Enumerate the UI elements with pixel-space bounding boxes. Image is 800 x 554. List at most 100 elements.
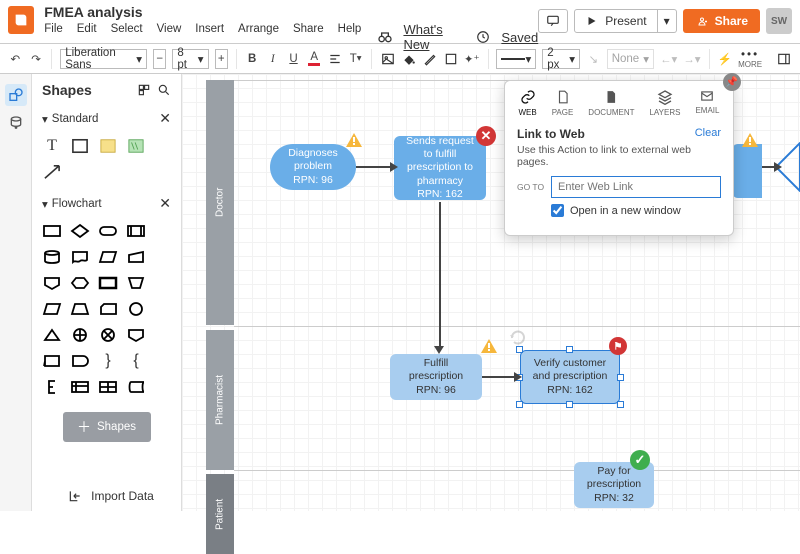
arrow-shape[interactable] xyxy=(42,163,62,181)
binoculars-icon[interactable] xyxy=(377,28,393,46)
search-shapes-icon[interactable] xyxy=(157,83,171,97)
menu-insert[interactable]: Insert xyxy=(195,23,224,35)
present-button[interactable]: Present xyxy=(574,9,657,33)
redo-button[interactable]: ↷ xyxy=(29,50,44,68)
font-size-increase[interactable]: + xyxy=(215,49,228,69)
user-avatar[interactable]: SW xyxy=(766,8,792,34)
fill-button[interactable] xyxy=(402,50,417,68)
fc-terminator2[interactable] xyxy=(126,326,146,344)
menu-edit[interactable]: Edit xyxy=(77,23,97,35)
grid-view-icon[interactable] xyxy=(137,83,151,97)
fc-bracket-r[interactable]: } xyxy=(98,352,118,370)
fc-sum[interactable] xyxy=(70,326,90,344)
font-select[interactable]: Liberation Sans▾ xyxy=(60,49,147,69)
fc-manual-op[interactable] xyxy=(126,274,146,292)
menu-select[interactable]: Select xyxy=(111,23,143,35)
arrow-start-button[interactable]: ←▾ xyxy=(660,50,677,68)
rect-shape[interactable] xyxy=(70,137,90,155)
pin-icon[interactable]: 📌 xyxy=(723,73,741,91)
fc-hexagon[interactable] xyxy=(70,274,90,292)
font-size-select[interactable]: 8 pt▾ xyxy=(172,49,208,69)
lane-doctor[interactable]: Doctor xyxy=(206,80,234,325)
stroke-color-button[interactable] xyxy=(423,50,438,68)
lightning-icon[interactable]: ⚡ xyxy=(717,50,732,68)
fc-offpage[interactable] xyxy=(42,274,62,292)
align-button[interactable] xyxy=(328,50,343,68)
fc-delay[interactable] xyxy=(70,352,90,370)
tab-document[interactable]: DOCUMENT xyxy=(588,89,634,117)
fc-decision[interactable] xyxy=(70,222,90,240)
fc-note[interactable] xyxy=(42,378,62,396)
fc-table[interactable] xyxy=(98,378,118,396)
document-title[interactable]: FMEA analysis xyxy=(44,4,361,20)
undo-button[interactable]: ↶ xyxy=(8,50,23,68)
node-diagnoses[interactable]: Diagnoses problem RPN: 96 xyxy=(270,144,356,190)
fc-manual-input[interactable] xyxy=(126,248,146,266)
section-flowchart[interactable]: ▾Flowchart✕ xyxy=(32,189,181,218)
tab-page[interactable]: PAGE xyxy=(552,89,574,117)
rotate-handle-icon[interactable] xyxy=(508,328,528,348)
whats-new-link[interactable]: What's New xyxy=(403,22,465,52)
app-logo[interactable] xyxy=(8,6,34,34)
fc-or[interactable] xyxy=(98,326,118,344)
menu-arrange[interactable]: Arrange xyxy=(238,23,279,35)
block-shape[interactable] xyxy=(126,137,146,155)
fc-process[interactable] xyxy=(42,222,62,240)
panels-button[interactable] xyxy=(776,50,792,68)
shapes-tool[interactable] xyxy=(5,84,27,106)
ok-badge[interactable]: ✓ xyxy=(630,450,650,470)
fc-document[interactable] xyxy=(70,248,90,266)
error-badge[interactable]: ✕ xyxy=(476,126,496,146)
import-data-button[interactable]: Import Data xyxy=(32,489,181,503)
arrow-end-button[interactable]: →▾ xyxy=(683,50,700,68)
new-window-checkbox[interactable] xyxy=(551,204,564,217)
fc-triangle[interactable] xyxy=(42,326,62,344)
fc-card[interactable] xyxy=(98,300,118,318)
fc-display[interactable] xyxy=(42,352,62,370)
fc-data[interactable] xyxy=(98,248,118,266)
fc-parallelogram[interactable] xyxy=(42,300,62,318)
menu-file[interactable]: File xyxy=(44,23,63,35)
fc-terminator[interactable] xyxy=(98,222,118,240)
fc-circle[interactable] xyxy=(126,300,146,318)
data-tool[interactable] xyxy=(5,112,27,134)
underline-button[interactable]: U xyxy=(286,50,301,68)
node-hidden[interactable] xyxy=(732,144,762,198)
clear-link[interactable]: Clear xyxy=(695,127,721,139)
italic-button[interactable]: I xyxy=(265,50,280,68)
fc-predefined[interactable] xyxy=(126,222,146,240)
web-link-input[interactable] xyxy=(551,176,721,198)
tab-layers[interactable]: LAYERS xyxy=(649,89,680,117)
node-send-request[interactable]: Sends request to fulfill prescription to… xyxy=(394,136,486,200)
shape-style-button[interactable] xyxy=(443,50,458,68)
text-color-button[interactable]: A xyxy=(307,50,322,68)
section-standard[interactable]: ▾Standard✕ xyxy=(32,104,181,133)
node-fulfill[interactable]: Fulfill prescription RPN: 96 xyxy=(390,354,482,400)
line-ends-button[interactable]: ↘ xyxy=(586,50,601,68)
share-button[interactable]: Share xyxy=(683,9,760,33)
tab-web[interactable]: WEB xyxy=(518,89,536,117)
image-button[interactable] xyxy=(380,50,396,68)
lane-pharmacist[interactable]: Pharmacist xyxy=(206,330,234,470)
font-size-decrease[interactable]: − xyxy=(153,49,166,69)
bold-button[interactable]: B xyxy=(245,50,260,68)
fc-trapezoid[interactable] xyxy=(70,300,90,318)
lane-patient[interactable]: Patient xyxy=(206,474,234,554)
text-shape[interactable]: T xyxy=(42,137,62,155)
fc-bracket-l[interactable]: { xyxy=(126,352,146,370)
menu-share[interactable]: Share xyxy=(293,23,324,35)
line-style-select[interactable]: None▾ xyxy=(607,49,654,69)
present-dropdown[interactable]: ▾ xyxy=(658,9,677,33)
more-button[interactable]: •••MORE xyxy=(738,49,762,69)
fc-internal-storage[interactable] xyxy=(70,378,90,396)
note-shape[interactable] xyxy=(98,137,118,155)
tab-email[interactable]: EMAIL xyxy=(695,89,719,117)
menu-help[interactable]: Help xyxy=(338,23,362,35)
history-icon[interactable] xyxy=(475,28,491,46)
node-verify[interactable]: Verify customer and prescription RPN: 16… xyxy=(520,350,620,404)
line-width-select[interactable]: 2 px▾ xyxy=(542,49,580,69)
saved-status[interactable]: Saved xyxy=(501,30,538,45)
line-type-select[interactable]: ▾ xyxy=(496,49,536,69)
menu-view[interactable]: View xyxy=(157,23,182,35)
fc-stored-data[interactable] xyxy=(126,378,146,396)
